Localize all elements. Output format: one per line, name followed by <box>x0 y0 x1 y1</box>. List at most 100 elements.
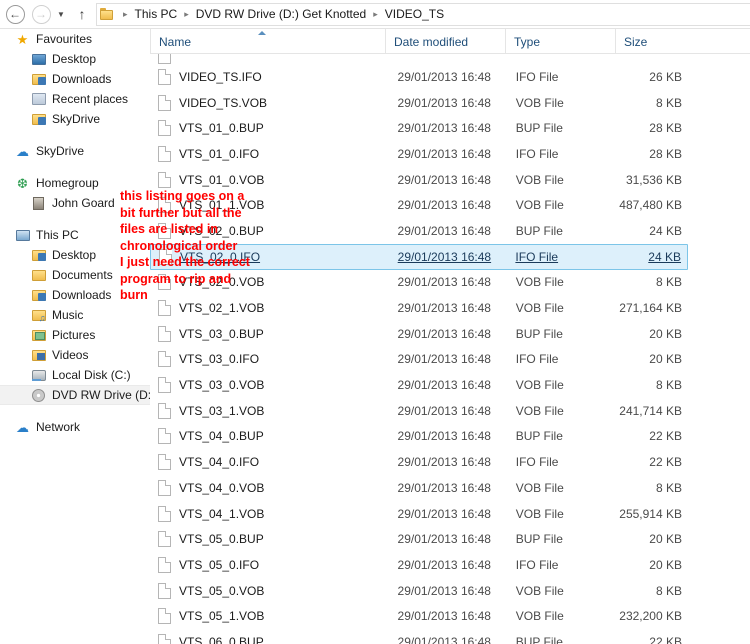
date-modified-cell: 29/01/2013 16:48 <box>397 223 491 238</box>
column-header-type[interactable]: Type <box>505 29 615 53</box>
table-row-partial[interactable] <box>150 54 688 64</box>
file-type-cell: BUP File <box>515 429 563 444</box>
table-row[interactable]: VIDEO_TS.VOB 29/01/2013 16:48 VOB File 8 KB <box>150 90 688 116</box>
file-type-cell: IFO File <box>515 455 559 470</box>
sidebar-item-label: Local Disk (C:) <box>52 368 131 382</box>
table-row[interactable]: VTS_02_0.VOB 29/01/2013 16:48 VOB File 8 KB <box>150 270 688 296</box>
sidebar-item-network[interactable]: ☁ Network <box>0 417 150 437</box>
sidebar-item-label: Pictures <box>52 328 96 342</box>
table-row[interactable]: VIDEO_TS.IFO 29/01/2013 16:48 IFO File 26 K… <box>150 64 688 90</box>
file-icon <box>158 325 171 342</box>
person-icon <box>30 195 47 211</box>
sidebar-item-pictures[interactable]: Pictures <box>0 325 150 345</box>
homegroup-icon: ❆ <box>17 175 28 191</box>
address-bar[interactable]: ▸ This PC ▸ DVD RW Drive (D:) Get Knotte… <box>96 2 750 26</box>
file-name-cell: VTS_04_0.IFO <box>179 455 260 470</box>
sidebar-item-downloads[interactable]: Downloads <box>0 285 150 305</box>
sidebar-item-skydrive[interactable]: SkyDrive <box>0 109 150 129</box>
table-row[interactable]: VTS_02_0.IFO 29/01/2013 16:48 IFO File 24 K… <box>150 243 688 270</box>
sidebar-item-label: Network <box>36 420 81 434</box>
file-name-cell: VTS_05_0.IFO <box>179 557 260 572</box>
breadcrumb-separator-0[interactable]: ▸ <box>118 9 133 20</box>
file-icon <box>158 479 171 496</box>
table-row[interactable]: VTS_05_0.BUP 29/01/2013 16:48 BUP File 20 K… <box>150 526 688 552</box>
column-header-date-modified[interactable]: Date modified <box>385 29 505 53</box>
table-row[interactable]: VTS_02_1.VOB 29/01/2013 16:48 VOB File 271,… <box>150 295 688 321</box>
file-icon <box>159 248 172 265</box>
table-row[interactable]: VTS_01_0.IFO 29/01/2013 16:48 IFO File 28 K… <box>150 141 688 167</box>
sidebar-item-recent-places[interactable]: Recent places <box>0 89 150 109</box>
sidebar-item-john-goard[interactable]: John Goard <box>0 193 150 213</box>
date-modified-cell: 29/01/2013 16:48 <box>397 121 491 136</box>
sidebar-item-label: Favourites <box>36 32 93 46</box>
table-row[interactable]: VTS_01_0.BUP 29/01/2013 16:48 BUP File 28 K… <box>150 115 688 141</box>
table-row[interactable]: VTS_04_0.VOB 29/01/2013 16:48 VOB File 8 KB <box>150 475 688 501</box>
date-modified-cell: 29/01/2013 16:48 <box>397 95 491 110</box>
chevron-down-icon[interactable]: ▼ <box>53 10 69 19</box>
file-name-cell: VTS_01_0.BUP <box>179 121 264 136</box>
sidebar-item-videos[interactable]: Videos <box>0 345 150 365</box>
sidebar-item-label: DVD RW Drive (D:) G <box>52 388 150 402</box>
sidebar-group-spacer <box>0 213 150 225</box>
table-row[interactable]: VTS_03_1.VOB 29/01/2013 16:48 VOB File 241,… <box>150 398 688 424</box>
sidebar-item-favourites[interactable]: ★ Favourites <box>0 29 150 49</box>
table-row[interactable]: VTS_03_0.IFO 29/01/2013 16:48 IFO File 20 K… <box>150 347 688 373</box>
back-button[interactable]: ← <box>4 3 26 25</box>
sidebar-item-desktop[interactable]: Desktop <box>0 245 150 265</box>
file-size-cell: 24 KB <box>648 249 681 264</box>
table-row[interactable]: VTS_04_0.IFO 29/01/2013 16:48 IFO File 22 K… <box>150 449 688 475</box>
breadcrumb-separator-1[interactable]: ▸ <box>179 9 194 20</box>
date-modified-cell: 29/01/2013 16:48 <box>397 609 491 624</box>
sidebar-item-local-disk-c[interactable]: Local Disk (C:) <box>0 365 150 385</box>
sidebar-group-spacer <box>0 405 150 417</box>
table-row[interactable]: VTS_04_0.BUP 29/01/2013 16:48 BUP File 22 K… <box>150 424 688 450</box>
sidebar-item-label: Documents <box>52 268 113 282</box>
table-row[interactable]: VTS_06_0.BUP 29/01/2013 16:48 BUP File 22 K… <box>150 629 688 644</box>
table-row[interactable]: VTS_03_0.VOB 29/01/2013 16:48 VOB File 8 KB <box>150 372 688 398</box>
file-size-cell: 24 KB <box>649 223 682 238</box>
table-row[interactable]: VTS_02_0.BUP 29/01/2013 16:48 BUP File 24 K… <box>150 218 688 244</box>
sidebar-item-label: Desktop <box>52 248 97 262</box>
table-row[interactable]: VTS_05_0.IFO 29/01/2013 16:48 IFO File 20 K… <box>150 552 688 578</box>
breadcrumb-separator-2[interactable]: ▸ <box>368 9 383 20</box>
file-name-cell: VTS_03_0.IFO <box>179 352 260 367</box>
navigation-pane[interactable]: ★ Favourites Desktop Downloads Recent places… <box>0 29 150 644</box>
file-size-cell: 487,480 KB <box>619 198 682 213</box>
table-row[interactable]: VTS_05_0.VOB 29/01/2013 16:48 VOB File 8 KB <box>150 578 688 604</box>
table-row[interactable]: VTS_04_1.VOB 29/01/2013 16:48 VOB File 255,… <box>150 501 688 527</box>
breadcrumb-this-pc[interactable]: This PC <box>133 7 180 21</box>
date-modified-cell: 29/01/2013 16:48 <box>397 69 491 84</box>
sidebar-item-label: This PC <box>36 228 79 242</box>
file-size-cell: 8 KB <box>655 275 682 290</box>
sort-ascending-icon <box>258 31 266 35</box>
file-size-cell: 255,914 KB <box>619 506 682 521</box>
table-row[interactable]: VTS_03_0.BUP 29/01/2013 16:48 BUP File 20 K… <box>150 321 688 347</box>
column-header-size[interactable]: Size <box>615 29 688 53</box>
hard-disk-icon <box>30 367 47 383</box>
file-name-cell: VTS_05_0.VOB <box>179 583 265 598</box>
sidebar-item-downloads[interactable]: Downloads <box>0 69 150 89</box>
sidebar-item-this-pc[interactable]: This PC <box>0 225 150 245</box>
sidebar-item-desktop[interactable]: Desktop <box>0 49 150 69</box>
date-modified-cell: 29/01/2013 16:48 <box>397 301 491 316</box>
sidebar-item-music[interactable]: Music <box>0 305 150 325</box>
sidebar-item-homegroup[interactable]: ❆ Homegroup <box>0 173 150 193</box>
sidebar-item-dvd-rw-drive-d-g[interactable]: DVD RW Drive (D:) G <box>0 385 150 405</box>
downloads-folder-icon <box>30 287 47 303</box>
table-row[interactable]: VTS_01_0.VOB 29/01/2013 16:48 VOB File 31,5… <box>150 167 688 193</box>
date-modified-cell: 29/01/2013 16:48 <box>397 352 491 367</box>
sidebar-group-spacer <box>0 161 150 173</box>
arrow-up-icon[interactable]: ↑ <box>72 6 92 22</box>
table-row[interactable]: VTS_01_1.VOB 29/01/2013 16:48 VOB File 487,… <box>150 192 688 218</box>
file-name-cell: VTS_02_0.VOB <box>179 275 265 290</box>
sidebar-item-documents[interactable]: Documents <box>0 265 150 285</box>
sidebar-group-spacer <box>0 129 150 141</box>
breadcrumb-dvd-drive[interactable]: DVD RW Drive (D:) Get Knotted <box>194 7 368 21</box>
file-size-cell: 22 KB <box>649 429 682 444</box>
file-size-cell: 22 KB <box>649 634 682 644</box>
column-header-name[interactable]: Name <box>150 29 385 53</box>
forward-button[interactable]: → <box>30 3 52 25</box>
sidebar-item-skydrive[interactable]: ☁ SkyDrive <box>0 141 150 161</box>
table-row[interactable]: VTS_05_1.VOB 29/01/2013 16:48 VOB File 232,… <box>150 603 688 629</box>
breadcrumb-video-ts[interactable]: VIDEO_TS <box>383 7 446 21</box>
